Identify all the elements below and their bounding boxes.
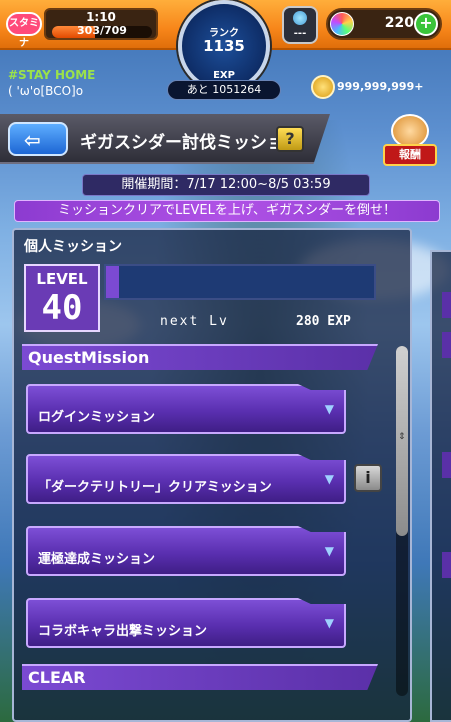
orb-count: 220 [384, 15, 414, 31]
mission-collab-sortie[interactable]: コラボキャラ出撃ミッション ▼ [26, 598, 346, 648]
chevron-down-icon: ▼ [324, 472, 334, 486]
event-banner: ミッションクリアでLEVELを上げ、ギガスシダーを倒せ！ [14, 200, 440, 222]
mission-panel: 個人ミッション LEVEL 40 next Lv 280 EXP QuestMi… [12, 228, 412, 722]
reward-button[interactable]: 報酬 [383, 114, 437, 170]
reward-crest-icon [391, 114, 429, 148]
mission-label: 「ダークテリトリー」クリアミッション [38, 480, 272, 495]
user-tag: #STAY HOME [8, 68, 96, 82]
mission-label: コラボキャラ出撃ミッション [38, 624, 208, 639]
clear-header: CLEAR [22, 664, 378, 690]
quest-mission-header: QuestMission [22, 344, 378, 370]
next-level-label: next Lv [160, 314, 229, 329]
rank-badge[interactable]: ランク 1135 EXP [178, 0, 270, 92]
hub-button[interactable]: --- [282, 6, 318, 44]
stamina-icon: スタミナ [6, 12, 42, 49]
scrollbar-thumb[interactable]: ⇕ [396, 346, 408, 536]
level-badge: LEVEL 40 [24, 264, 100, 332]
mission-label: ログインミッション [38, 410, 156, 425]
panel-title: 個人ミッション [24, 239, 122, 255]
reward-label: 報酬 [383, 144, 437, 166]
stamina-timer: 1:10 [86, 10, 116, 24]
chevron-down-icon: ▼ [324, 544, 334, 558]
quest-mission-label: QuestMission [28, 348, 150, 367]
chevron-down-icon: ▼ [324, 616, 334, 630]
side-panel [430, 250, 451, 722]
hub-text: --- [293, 28, 307, 39]
info-button[interactable]: i [354, 464, 382, 492]
back-arrow-icon: ⇦ [24, 128, 41, 152]
mission-dark-territory[interactable]: 「ダークテリトリー」クリアミッション ▼ [26, 454, 346, 504]
orb-icon [330, 12, 354, 36]
side-tab[interactable] [442, 552, 451, 578]
rank-value: 1135 [203, 37, 245, 55]
gem-icon [293, 11, 307, 25]
grip-icon: ⇕ [398, 432, 406, 442]
side-tab[interactable] [442, 452, 451, 478]
stamina-count: 303/709 [77, 24, 127, 37]
exp-remaining: あと 1051264 [167, 80, 281, 100]
side-tab[interactable] [442, 292, 451, 318]
level-value: 40 [41, 288, 83, 328]
side-tab[interactable] [442, 332, 451, 358]
coin-icon [311, 75, 335, 99]
clear-label: CLEAR [28, 668, 86, 687]
chevron-down-icon: ▼ [324, 402, 334, 416]
level-label: LEVEL [36, 270, 88, 288]
mission-label: 運極達成ミッション [38, 552, 156, 567]
user-name: ( 'ω'o[BCO]o [8, 84, 84, 98]
help-button[interactable]: ? [276, 126, 304, 152]
event-period: 開催期間：7/17 12:00~8/5 03:59 [82, 174, 370, 196]
mission-luck-max[interactable]: 運極達成ミッション ▼ [26, 526, 346, 576]
coin-count: 999,999,999+ [337, 80, 424, 93]
next-level-exp: 280 EXP [296, 314, 351, 329]
mission-login[interactable]: ログインミッション ▼ [26, 384, 346, 434]
level-progress-bar [104, 264, 376, 300]
level-progress-fill [106, 266, 120, 298]
scrollbar[interactable]: ⇕ [396, 346, 408, 696]
plus-icon[interactable]: + [414, 12, 438, 36]
stamina-meter: 1:10 303/709 [44, 8, 158, 40]
orb-counter: 220 + [326, 8, 442, 40]
back-button[interactable]: ⇦ [8, 122, 68, 156]
page-title: ギガスシダー討伐ミッション [80, 133, 301, 153]
